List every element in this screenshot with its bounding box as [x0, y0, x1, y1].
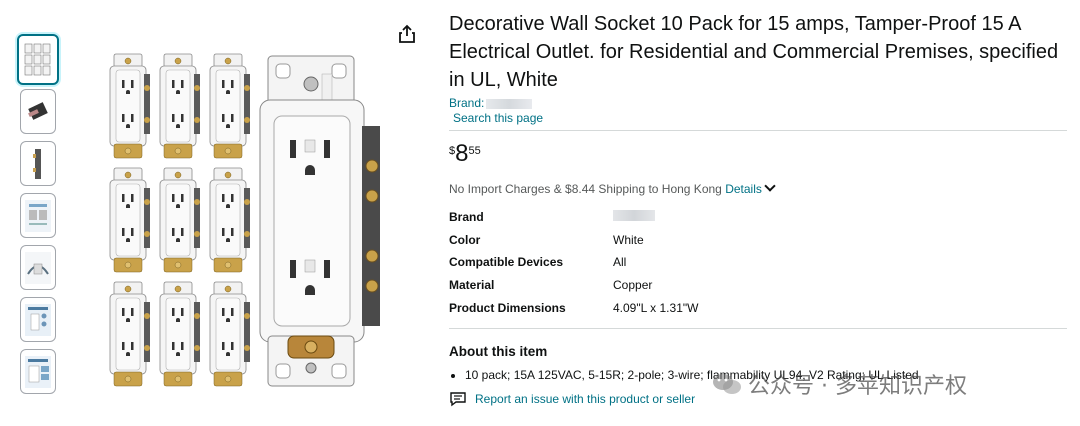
- thumbnail-water-splash[interactable]: [20, 245, 56, 290]
- spec-key: Product Dimensions: [449, 300, 566, 315]
- spec-value-brand-redacted: [613, 210, 655, 224]
- watermark-text: 公众号 · 多苹知识产权: [748, 374, 967, 399]
- spec-value: All: [613, 255, 627, 270]
- thumbnail-spec-sheet[interactable]: [20, 193, 56, 238]
- spec-key: Color: [449, 232, 481, 247]
- price: $ 8 55: [449, 141, 1069, 169]
- search-this-page-link[interactable]: Search this page: [453, 110, 1069, 126]
- spec-row-material: Material Copper: [449, 274, 1069, 297]
- product-title: Decorative Wall Socket 10 Pack for 15 am…: [449, 13, 1059, 91]
- spec-key: Material: [449, 278, 495, 293]
- brand-link[interactable]: Brand:: [449, 96, 1069, 110]
- share-icon[interactable]: [398, 24, 416, 44]
- wechat-icon: [713, 374, 741, 394]
- thumbnail-list: [17, 34, 60, 401]
- thumbnail-outlet-pack[interactable]: [17, 34, 59, 85]
- brand-label: Brand:: [449, 96, 485, 110]
- spec-row-compatible-devices: Compatible Devices All: [449, 251, 1069, 274]
- report-icon: [450, 392, 466, 407]
- divider: [449, 130, 1067, 131]
- shipping-text: No Import Charges & $8.44 Shipping to Ho…: [449, 182, 722, 196]
- brand-redacted: [486, 98, 533, 109]
- spec-value: White: [613, 232, 644, 247]
- main-product-image[interactable]: [100, 46, 400, 396]
- spec-value: 4.09"L x 1.31"W: [613, 300, 699, 315]
- spec-row-dimensions: Product Dimensions 4.09"L x 1.31"W: [449, 296, 1069, 319]
- price-fraction: 55: [468, 145, 481, 157]
- spec-value: Copper: [613, 278, 653, 293]
- report-issue-text: Report an issue with this product or sel…: [475, 391, 696, 406]
- thumbnail-installation[interactable]: [20, 349, 56, 394]
- product-details: Decorative Wall Socket 10 Pack for 15 am…: [449, 10, 1069, 407]
- spec-row-color: Color White: [449, 229, 1069, 252]
- chevron-down-icon: [764, 180, 776, 192]
- thumbnail-outlet-angle[interactable]: [20, 89, 56, 134]
- spec-row-brand: Brand: [449, 206, 1069, 229]
- spec-key: Compatible Devices: [449, 255, 564, 270]
- details-link[interactable]: Details: [725, 180, 776, 196]
- shipping-info: No Import Charges & $8.44 Shipping to Ho…: [449, 180, 1069, 197]
- watermark: 公众号 · 多苹知识产权: [712, 368, 967, 400]
- thumbnail-outlet-side[interactable]: [20, 141, 56, 186]
- spec-table: Brand Color White Compatible Devices All…: [449, 206, 1069, 319]
- about-title: About this item: [449, 343, 548, 359]
- spec-key: Brand: [449, 210, 484, 225]
- thumbnail-features[interactable]: [20, 297, 56, 342]
- divider: [449, 327, 1067, 329]
- price-whole: 8: [455, 140, 469, 167]
